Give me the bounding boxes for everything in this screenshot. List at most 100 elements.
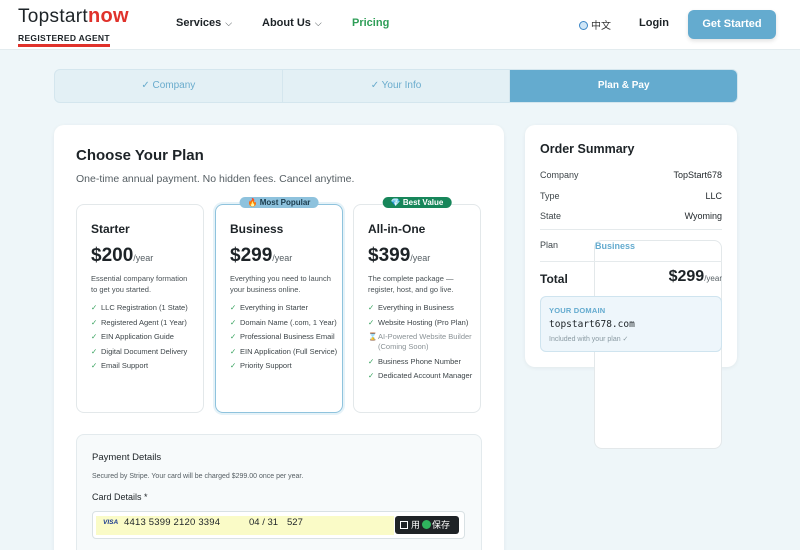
save-label: 保存 bbox=[432, 520, 451, 530]
row-value: TopStart678 bbox=[673, 170, 722, 180]
check-icon: ✓ bbox=[368, 356, 375, 366]
feature-item: ✓ LLC Registration (1 State) bbox=[91, 303, 199, 313]
plan-description: The complete package — register, host, a… bbox=[368, 274, 454, 294]
price-amount: $299 bbox=[230, 245, 273, 266]
plan-business[interactable]: 🔥 Most Popular Business $299/year Everyt… bbox=[215, 197, 343, 413]
card-details-label: Card Details * bbox=[92, 492, 148, 502]
feature-item: ✓ Email Support bbox=[91, 361, 199, 371]
logo-main: Topstart bbox=[18, 6, 88, 27]
feature-list: ✓ Everything in Starter ✓ Domain Name (.co… bbox=[230, 303, 338, 376]
language-switch[interactable]: 中文 bbox=[579, 17, 611, 32]
order-summary: Order Summary Company TopStart678 Type LLC… bbox=[525, 125, 737, 449]
plan-subtitle: One-time annual payment. No hidden fees.… bbox=[76, 173, 355, 185]
feature-list: ✓ Everything in Business ✓ Website Hosting… bbox=[368, 303, 476, 386]
check-icon: ✓ bbox=[230, 332, 237, 341]
nav-about-us-label: About Us bbox=[262, 17, 311, 29]
best-value-badge: 💎 Best Value bbox=[382, 197, 452, 208]
chevron-down-icon: ⌵ bbox=[225, 18, 233, 28]
card-details-input[interactable]: VISA 4413 5399 2120 3394 04 / 31 527 用 保存 bbox=[92, 511, 465, 539]
feature-label: Email Support bbox=[101, 361, 149, 370]
chevron-down-icon: ⌵ bbox=[314, 18, 322, 28]
logo-text: Topstartnow bbox=[18, 5, 129, 28]
logo[interactable]: Topstartnow REGISTERED AGENT bbox=[18, 5, 129, 47]
nav-pricing[interactable]: Pricing bbox=[352, 17, 389, 29]
nav-services[interactable]: Services ⌵ bbox=[176, 17, 232, 29]
summary-row-state: State Wyoming bbox=[540, 211, 722, 221]
card-expiry-field[interactable]: 04 / 31 bbox=[249, 517, 278, 528]
check-icon: ✓ bbox=[230, 361, 237, 370]
card-number-field[interactable]: 4413 5399 2120 3394 bbox=[124, 517, 220, 528]
feature-item: ✓ Professional Business Email bbox=[230, 332, 338, 342]
save-card-button[interactable]: 用 保存 bbox=[395, 516, 459, 534]
check-icon: ✓ bbox=[91, 361, 98, 370]
summary-title: Order Summary bbox=[540, 142, 635, 156]
step-your-info[interactable]: ✓ Your Info bbox=[283, 70, 511, 102]
row-label: State bbox=[540, 211, 562, 221]
feature-item: ✓ Registered Agent (1 Year) bbox=[91, 318, 199, 328]
payment-title: Payment Details bbox=[92, 452, 162, 463]
progress-steps: ✓ Company ✓ Your Info Plan & Pay bbox=[54, 69, 738, 103]
price-amount: $399 bbox=[368, 245, 411, 266]
nav-services-label: Services bbox=[176, 17, 222, 29]
site-header: Topstartnow REGISTERED AGENT Services ⌵ A… bbox=[0, 0, 800, 50]
total-label: Total bbox=[540, 272, 568, 286]
feature-item: ✓ Everything in Business bbox=[368, 303, 476, 313]
plan-starter[interactable]: Starter $200/year Essential company form… bbox=[76, 204, 204, 413]
plan-name: All-in-One bbox=[368, 222, 426, 236]
feature-item: ✓ Priority Support bbox=[230, 361, 338, 371]
check-icon: ✓ bbox=[368, 303, 375, 312]
feature-label: Registered Agent (1 Year) bbox=[101, 317, 187, 327]
feature-label: Website Hosting (Pro Plan) bbox=[378, 317, 469, 327]
feature-label: LLC Registration (1 State) bbox=[101, 303, 188, 312]
feature-label: EIN Application (Full Service) bbox=[240, 346, 338, 356]
divider bbox=[540, 229, 722, 230]
nav-about-us[interactable]: About Us ⌵ bbox=[262, 17, 322, 29]
check-icon: ✓ bbox=[368, 371, 375, 380]
domain-label: YOUR DOMAIN bbox=[549, 306, 606, 315]
total-period: /year bbox=[704, 274, 722, 283]
feature-label: Domain Name (.com, 1 Year) bbox=[240, 317, 337, 327]
plan-description: Everything you need to launch your busin… bbox=[230, 274, 331, 294]
feature-label: Everything in Starter bbox=[240, 303, 308, 312]
check-icon: ✓ bbox=[230, 317, 237, 327]
price-period: /year bbox=[410, 253, 431, 263]
feature-list: ✓ LLC Registration (1 State) ✓ Registered … bbox=[91, 303, 199, 376]
login-link[interactable]: Login bbox=[639, 17, 669, 29]
link-icon bbox=[422, 520, 432, 529]
feature-label: Dedicated Account Manager bbox=[378, 371, 473, 380]
card-cvc-field[interactable]: 527 bbox=[287, 517, 303, 528]
check-icon: ✓ bbox=[368, 317, 375, 327]
domain-note: Included with your plan ✓ bbox=[549, 336, 629, 343]
plan-name: Starter bbox=[91, 222, 130, 236]
step-plan-pay[interactable]: Plan & Pay bbox=[510, 70, 737, 102]
plan-all-in-one[interactable]: 💎 Best Value All-in-One $399/year The co… bbox=[353, 197, 481, 413]
row-label: Type bbox=[540, 191, 560, 201]
check-icon: ✓ bbox=[91, 303, 98, 312]
row-label: Plan bbox=[540, 240, 559, 250]
feature-label: Digital Document Delivery bbox=[101, 346, 188, 356]
visa-icon: VISA bbox=[103, 519, 119, 526]
feature-item: ⌛ AI-Powered Website Builder (Coming Soon… bbox=[368, 332, 476, 352]
feature-item: ✓ Website Hosting (Pro Plan) bbox=[368, 318, 476, 328]
most-popular-badge: 🔥 Most Popular bbox=[239, 197, 319, 208]
feature-label: Business Phone Number bbox=[378, 356, 461, 366]
get-started-button[interactable]: Get Started bbox=[688, 10, 776, 39]
plan-name: Business bbox=[230, 222, 284, 236]
check-icon: ✓ bbox=[91, 317, 98, 327]
feature-label: Everything in Business bbox=[378, 303, 454, 312]
feature-label: AI-Powered Website Builder (Coming Soon) bbox=[378, 332, 472, 351]
feature-item: ✓ Everything in Starter bbox=[230, 303, 338, 313]
payment-details: Payment Details Secured by Stripe. Your … bbox=[76, 434, 482, 550]
check-icon: ✓ bbox=[91, 332, 98, 341]
summary-row-company: Company TopStart678 bbox=[540, 170, 722, 180]
payment-subtitle: Secured by Stripe. Your card will be cha… bbox=[92, 473, 304, 480]
divider bbox=[540, 261, 722, 262]
step-company[interactable]: ✓ Company bbox=[55, 70, 283, 102]
logo-accent: now bbox=[88, 5, 129, 27]
feature-item: ✓ Business Phone Number bbox=[368, 357, 476, 367]
domain-box: YOUR DOMAIN topstart678.com Included wit… bbox=[540, 296, 722, 352]
total-value: $299/year bbox=[669, 268, 722, 286]
price-period: /year bbox=[133, 253, 154, 263]
feature-item: ✓ EIN Application (Full Service) bbox=[230, 347, 338, 357]
price-period: /year bbox=[272, 253, 293, 263]
